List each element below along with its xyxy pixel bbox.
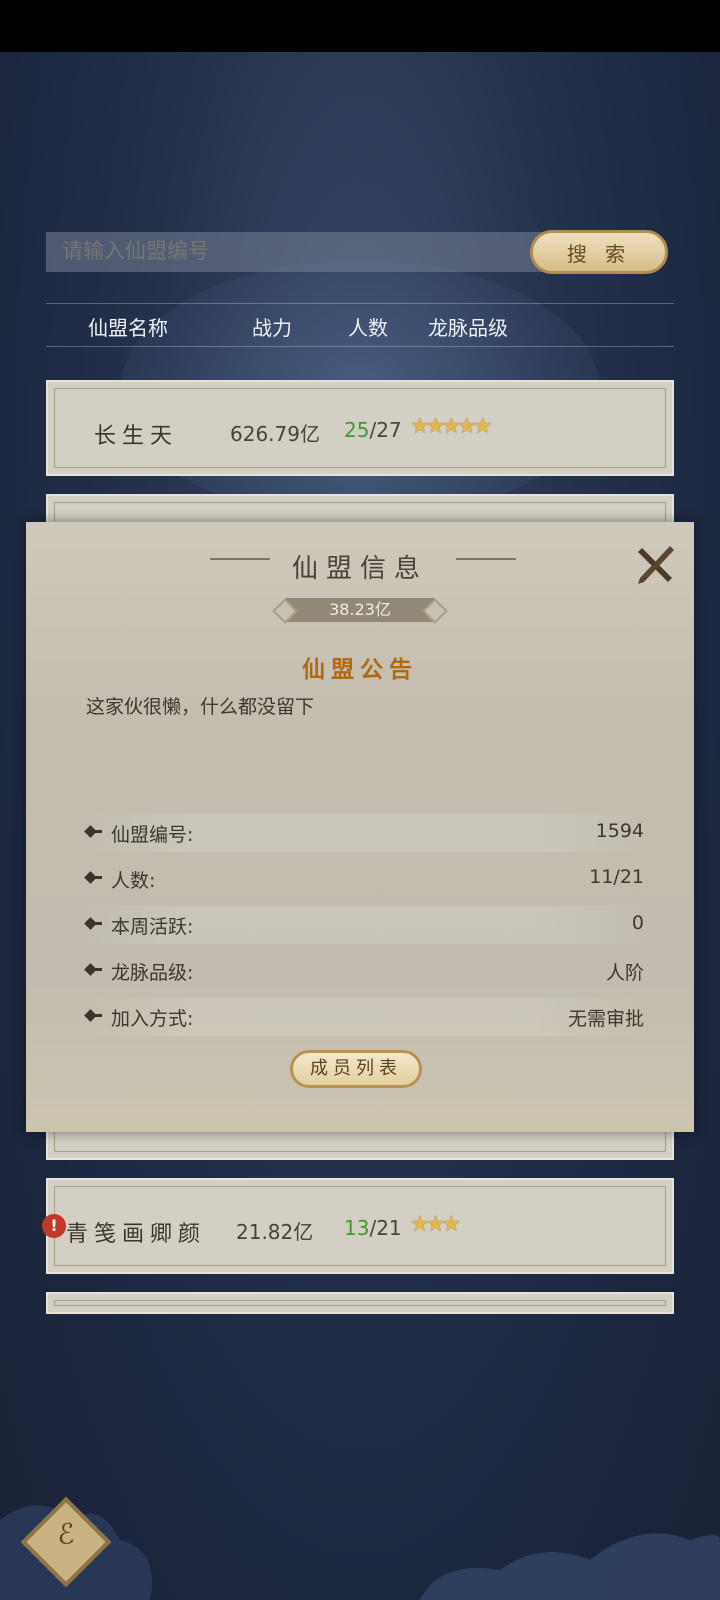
info-label: 加入方式: bbox=[111, 1008, 194, 1030]
close-icon[interactable] bbox=[632, 542, 678, 588]
search-button[interactable]: 搜 索 bbox=[530, 230, 668, 274]
bullet-icon bbox=[94, 876, 102, 879]
guild-row[interactable] bbox=[46, 1292, 674, 1314]
member-list-button[interactable]: 成员列表 bbox=[290, 1050, 422, 1088]
guild-row[interactable]: ! 青笺画卿颜 21.82亿 13/21 ★★★ bbox=[42, 1178, 674, 1274]
info-value: 0 bbox=[631, 912, 644, 934]
members-max: /21 bbox=[369, 1216, 402, 1240]
info-value: 1594 bbox=[595, 820, 644, 842]
rank-stars: ★★★ bbox=[410, 1212, 461, 1237]
guild-members: 13/21 bbox=[344, 1216, 402, 1240]
notice-title: 仙盟公告 bbox=[302, 656, 418, 683]
row-frame bbox=[54, 1300, 666, 1306]
info-value: 人阶 bbox=[605, 962, 644, 984]
guild-power: 626.79亿 bbox=[230, 422, 320, 446]
header-rank: 龙脉品级 bbox=[428, 316, 508, 340]
search-row: 搜 索 bbox=[46, 230, 674, 274]
title-ornament-right bbox=[456, 558, 516, 560]
info-label: 人数: bbox=[111, 870, 156, 892]
guild-name: 长生天 bbox=[94, 424, 179, 449]
bullet-icon bbox=[94, 830, 102, 833]
info-row-members: 人数: 11/21 bbox=[84, 860, 644, 898]
bullet-icon bbox=[94, 968, 102, 971]
list-header: 仙盟名称 战力 人数 龙脉品级 bbox=[46, 303, 674, 347]
info-label: 仙盟编号: bbox=[111, 824, 194, 846]
guild-info-modal: 仙盟信息 38.23亿 仙盟公告 这家伙很懒，什么都没留下 仙盟编号: 1594… bbox=[26, 522, 694, 1132]
info-row-rank: 龙脉品级: 人阶 bbox=[84, 952, 644, 990]
rank-stars: ★★★★★ bbox=[410, 414, 493, 439]
notice-body: 这家伙很懒，什么都没留下 bbox=[86, 696, 315, 718]
info-label: 本周活跃: bbox=[111, 916, 194, 938]
info-row-activity: 本周活跃: 0 bbox=[84, 906, 644, 944]
bullet-icon bbox=[94, 1014, 102, 1017]
info-label: 龙脉品级: bbox=[111, 962, 194, 984]
modal-title: 仙盟信息 bbox=[291, 554, 428, 584]
guild-power: 21.82亿 bbox=[236, 1220, 314, 1244]
members-current: 25 bbox=[344, 418, 370, 442]
members-current: 13 bbox=[344, 1216, 370, 1240]
guild-row[interactable]: 长生天 626.79亿 25/27 ★★★★★ bbox=[46, 380, 674, 476]
power-badge: 38.23亿 bbox=[286, 598, 434, 622]
search-input[interactable] bbox=[46, 232, 566, 272]
info-row-guild-id: 仙盟编号: 1594 bbox=[84, 814, 644, 852]
info-value: 11/21 bbox=[589, 866, 644, 888]
warning-icon: ! bbox=[42, 1214, 66, 1238]
header-power: 战力 bbox=[252, 316, 292, 340]
header-members: 人数 bbox=[348, 316, 388, 340]
bullet-icon bbox=[94, 922, 102, 925]
guild-name: 青笺画卿颜 bbox=[66, 1222, 207, 1247]
status-bar bbox=[0, 0, 720, 52]
info-row-join-mode: 加入方式: 无需审批 bbox=[84, 998, 644, 1036]
info-value: 无需审批 bbox=[567, 1008, 644, 1030]
members-max: /27 bbox=[369, 418, 402, 442]
header-name: 仙盟名称 bbox=[88, 316, 168, 340]
guild-members: 25/27 bbox=[344, 418, 402, 442]
